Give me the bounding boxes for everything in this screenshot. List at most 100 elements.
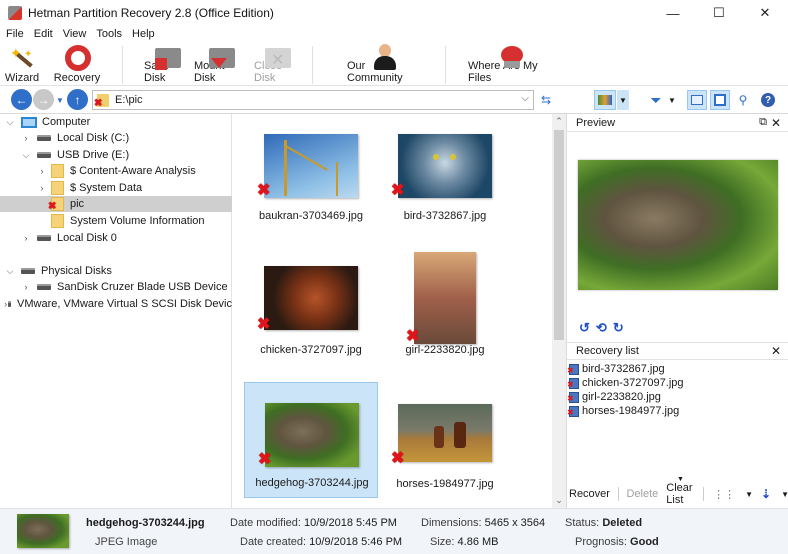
chevron-right-icon[interactable]: › [37, 183, 47, 193]
where-are-my-files-button[interactable]: Where Are My Files [468, 44, 556, 84]
file-tile-selected[interactable]: ✖ hedgehog-3703244.jpg [244, 382, 378, 498]
menu-edit[interactable]: Edit [34, 28, 53, 40]
delete-button[interactable]: Delete [626, 488, 658, 500]
close-recovery-list-icon[interactable]: ✕ [771, 344, 781, 358]
chevron-down-icon[interactable]: ⌵ [21, 150, 31, 161]
help-button[interactable]: ? [759, 90, 777, 110]
chevron-right-icon[interactable]: › [37, 166, 47, 176]
tree-item-local-disk-c[interactable]: › Local Disk (C:) [0, 130, 232, 146]
file-thumbnails-view: ✖ baukran-3703469.jpg ✖ bird-3732867.jpg… [232, 114, 566, 508]
tree-item-content-aware-analysis[interactable]: › $ Content-Aware Analysis [0, 163, 232, 179]
file-tile[interactable]: ✖ chicken-3727097.jpg [244, 248, 378, 364]
recovery-list-item[interactable]: bird-3732867.jpg [567, 362, 665, 376]
file-tile[interactable]: ✖ bird-3732867.jpg [378, 114, 512, 230]
deleted-mark-icon: ✖ [257, 182, 271, 199]
wizard-button[interactable]: ✦ ✦ Wizard [4, 44, 40, 84]
file-tile[interactable]: ✖ girl-2233820.jpg [378, 248, 512, 364]
forward-button[interactable]: → [33, 89, 54, 110]
refresh-button[interactable]: ⇆ [538, 90, 554, 110]
drive-icon [8, 301, 12, 307]
computer-icon [21, 116, 37, 128]
chevron-right-icon[interactable]: › [21, 282, 31, 292]
rotate-left-icon[interactable]: ↺ [579, 320, 590, 336]
address-bar[interactable]: ✖ E:\pic ⌵ [92, 90, 534, 110]
tree-item-system-volume-information[interactable]: System Volume Information [0, 213, 232, 229]
filter-dropdown[interactable]: ▼ [667, 90, 677, 110]
magic-wand-icon: ✦ ✦ [8, 45, 36, 71]
sort-dropdown[interactable]: ▼ [781, 490, 788, 499]
chevron-down-icon[interactable]: ⌵ [521, 93, 529, 104]
recovery-list-item[interactable]: chicken-3727097.jpg [567, 376, 684, 390]
save-disk-button[interactable]: Save Disk [144, 44, 190, 84]
chevron-down-icon[interactable]: ⌵ [5, 266, 15, 277]
close-disk-button[interactable]: ✕ Close Disk [254, 44, 300, 84]
recovery-list-item[interactable]: horses-1984977.jpg [567, 404, 679, 418]
maximize-button[interactable]: ☐ [696, 0, 742, 26]
vertical-scrollbar[interactable]: ⌃ ⌄ [552, 114, 566, 508]
up-button[interactable]: ↑ [67, 89, 88, 110]
undock-icon[interactable]: ⧉ [759, 116, 767, 129]
tree-item-computer[interactable]: ⌵ Computer [0, 114, 232, 130]
file-tile[interactable]: ✖ baukran-3703469.jpg [244, 114, 378, 230]
preview-pane-toggle[interactable] [687, 90, 707, 110]
toolbar-separator [312, 46, 313, 84]
deleted-image-file-icon [567, 405, 579, 417]
arrow-right-icon: → [37, 92, 50, 107]
refresh-icon: ⇆ [540, 93, 552, 107]
chevron-right-icon[interactable]: › [4, 299, 7, 309]
search-icon: ⚲ [738, 93, 748, 107]
floppy-icon [714, 94, 726, 106]
tree-item-vmware[interactable]: › VMware, VMware Virtual S SCSI Disk Devi… [0, 296, 232, 312]
close-preview-icon[interactable]: ✕ [771, 116, 781, 130]
deleted-folder-icon: ✖ [48, 197, 64, 212]
chevron-down-icon[interactable]: ⌵ [5, 117, 15, 128]
sort-az-icon[interactable]: ⇣ [761, 487, 771, 501]
our-community-button[interactable]: Our Community [347, 44, 423, 84]
save-list-toggle[interactable] [710, 90, 730, 110]
preview-image [578, 160, 778, 290]
filter-button[interactable]: ⏷ [647, 90, 665, 110]
app-icon [8, 6, 22, 20]
scroll-down-arrow[interactable]: ⌄ [552, 495, 566, 506]
back-button[interactable]: ← [11, 89, 32, 110]
chevron-right-icon[interactable]: › [21, 133, 31, 143]
recovery-list-item[interactable]: girl-2233820.jpg [567, 390, 661, 404]
close-button[interactable]: ✕ [742, 0, 788, 26]
mount-disk-button[interactable]: Mount Disk [194, 44, 248, 84]
navigation-bar: ← → ▼ ↑ ✖ E:\pic ⌵ ⇆ ▼ ⏷ ▼ ⚲ ? [0, 86, 788, 114]
window-title: Hetman Partition Recovery 2.8 (Office Ed… [28, 6, 274, 20]
menu-file[interactable]: File [6, 28, 24, 40]
minimize-button[interactable]: — [650, 0, 696, 26]
tree-item-usb-drive-e[interactable]: ⌵ USB Drive (E:) [0, 147, 232, 163]
columns-dropdown[interactable]: ▼ [745, 490, 753, 499]
view-mode-dropdown[interactable]: ▼ [617, 90, 629, 110]
mount-disk-icon [207, 44, 235, 68]
menu-view[interactable]: View [63, 28, 87, 40]
menu-help[interactable]: Help [132, 28, 155, 40]
right-panel: Preview ⧉ ✕ ↺ ⟲ ↻ Recovery list ✕ bird-3… [566, 114, 788, 508]
file-tile[interactable]: ✖ horses-1984977.jpg [378, 382, 512, 498]
recover-button[interactable]: Recover [569, 488, 610, 500]
scrollbar-thumb[interactable] [554, 130, 564, 340]
columns-icon[interactable]: ⋮⋮ [713, 488, 735, 501]
rotate-right-icon[interactable]: ↻ [613, 320, 624, 336]
tree-item-sandisk[interactable]: › SanDisk Cruzer Blade USB Device [0, 279, 232, 295]
toolbar-separator [122, 46, 123, 84]
person-icon [371, 44, 399, 70]
preview-pane-icon [691, 95, 703, 105]
tree-item-physical-disks[interactable]: ⌵ Physical Disks [0, 263, 232, 279]
menu-tools[interactable]: Tools [96, 28, 122, 40]
folder-icon [51, 164, 64, 178]
search-button[interactable]: ⚲ [735, 90, 751, 110]
clear-list-button[interactable]: Clear List [666, 482, 692, 506]
chevron-right-icon[interactable]: › [21, 233, 31, 243]
history-dropdown[interactable]: ▼ [56, 96, 64, 105]
tree-item-local-disk-0[interactable]: › Local Disk 0 [0, 230, 232, 246]
view-mode-button[interactable] [594, 90, 616, 110]
tree-item-pic[interactable]: ✖ pic [0, 196, 232, 212]
scroll-up-arrow[interactable]: ⌃ [552, 116, 566, 127]
tree-item-system-data[interactable]: › $ System Data [0, 180, 232, 196]
deleted-image-file-icon [567, 377, 579, 389]
recovery-button[interactable]: Recovery [54, 44, 100, 84]
flip-icon[interactable]: ⟲ [596, 320, 607, 336]
